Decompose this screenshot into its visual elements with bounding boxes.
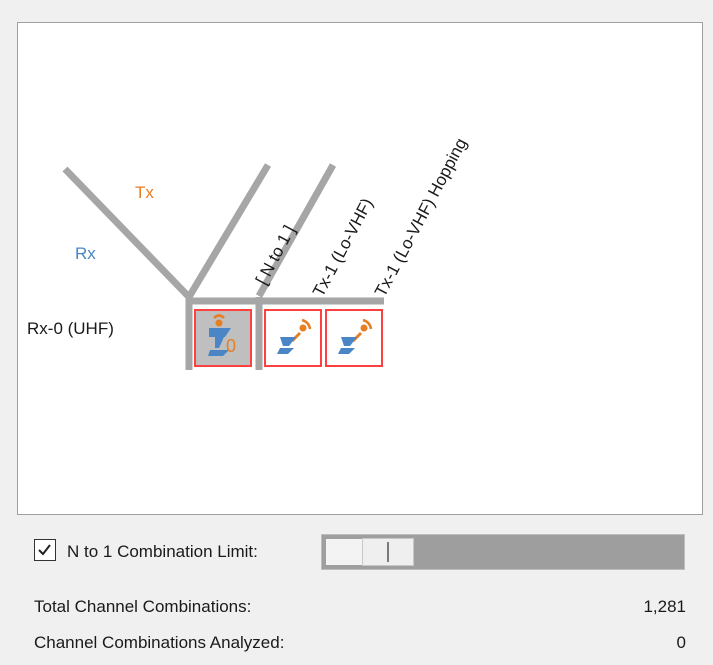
total-combinations-row: Total Channel Combinations: 1,281 — [34, 597, 686, 621]
checkmark-icon — [38, 544, 51, 556]
matrix-cell-tx-1-lo-vhf[interactable] — [264, 309, 322, 367]
analyzed-combinations-row: Channel Combinations Analyzed: 0 — [34, 633, 686, 657]
total-combinations-value: 1,281 — [643, 597, 686, 616]
slider-thumb[interactable] — [362, 538, 414, 566]
tx-header-label: Tx — [135, 183, 154, 202]
n-to-1-combination-icon — [208, 314, 231, 356]
matrix-grid-lines — [62, 163, 384, 370]
combination-matrix-panel: Tx Rx [ N to 1 ] Tx-1 (Lo-VHF) Tx-1 (Lo-… — [17, 22, 703, 515]
slider-track-start — [326, 539, 362, 565]
rx-header-label: Rx — [75, 244, 96, 263]
matrix-cell-tx-1-lo-vhf-hopping[interactable] — [325, 309, 383, 367]
matrix-cell-n-to-1[interactable]: 0 — [194, 309, 252, 367]
tx-axis-line — [62, 166, 192, 300]
n-to-1-count: 0 — [226, 336, 237, 356]
limit-checkbox[interactable] — [34, 539, 56, 561]
total-combinations-label: Total Channel Combinations: — [34, 597, 252, 616]
limit-label: N to 1 Combination Limit: — [67, 542, 258, 561]
analyzed-combinations-label: Channel Combinations Analyzed: — [34, 633, 285, 652]
tx-rx-link-icon — [338, 318, 373, 354]
tx-rx-link-icon — [277, 318, 312, 354]
analyzed-combinations-value: 0 — [676, 633, 686, 652]
combination-limit-slider[interactable] — [321, 534, 685, 570]
row-header-rx-0-uhf[interactable]: Rx-0 (UHF) — [27, 319, 114, 339]
